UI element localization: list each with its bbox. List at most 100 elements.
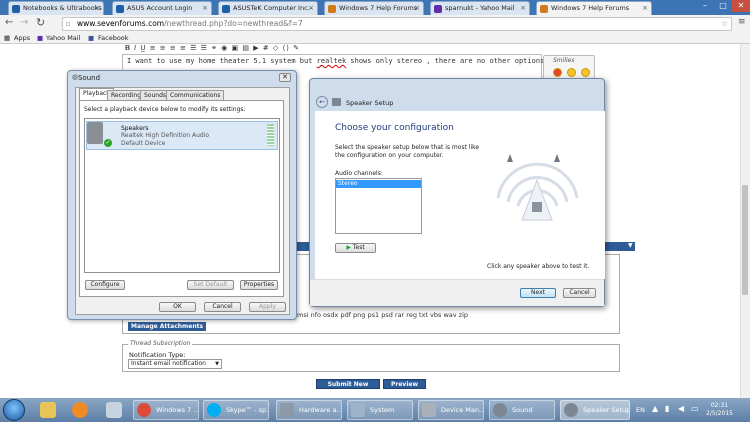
audio-channels-label: Audio channels:: [335, 170, 383, 177]
tab-close-icon[interactable]: ×: [414, 2, 420, 14]
preview-post-button[interactable]: Preview Post: [383, 379, 426, 398]
submit-new-thread-button[interactable]: Submit New Thread: [316, 379, 380, 398]
angry-smiley-icon[interactable]: [553, 68, 562, 77]
firefox-pin[interactable]: [66, 400, 92, 420]
close-window-icon[interactable]: ✕: [732, 0, 750, 12]
language-indicator[interactable]: EN: [636, 406, 645, 414]
browser-tab[interactable]: sparnukt - Yahoo Mail ×: [430, 1, 530, 15]
grin-smiley-icon[interactable]: [581, 68, 590, 77]
system-clock[interactable]: 02:31 2/5/2015: [706, 402, 733, 418]
speaker-setup-footer: [310, 279, 604, 306]
volume-icon[interactable]: ◀: [678, 404, 684, 413]
facebook-icon: ■: [88, 34, 95, 42]
bookmark-apps[interactable]: Apps: [14, 33, 30, 43]
ok-button[interactable]: OK: [159, 302, 196, 312]
properties-button[interactable]: Properties: [240, 280, 278, 290]
taskbar-button-system[interactable]: System: [347, 400, 413, 420]
bookmark-yahoo-mail[interactable]: Yahoo Mail: [46, 33, 80, 43]
browser-tab[interactable]: Windows 7 Help Forums ×: [324, 1, 424, 15]
system-icon: [351, 403, 365, 417]
notification-type-select[interactable]: Instant email notification ▼: [128, 359, 222, 369]
menu-icon[interactable]: ≡: [738, 17, 746, 27]
bold-icon[interactable]: 𝐁: [125, 44, 131, 52]
taskbar-button-chrome[interactable]: Windows 7 ...: [133, 400, 199, 420]
app-pin[interactable]: [100, 400, 126, 420]
tab-favicon-icon: [434, 5, 442, 13]
taskbar-button-skype[interactable]: Skype™ - sp...: [203, 400, 269, 420]
underline-icon[interactable]: U̲: [140, 44, 146, 52]
bookmark-facebook[interactable]: Facebook: [98, 33, 129, 43]
tab-close-icon[interactable]: ×: [642, 2, 648, 14]
taskbar-button-hardware[interactable]: Hardware a...: [276, 400, 342, 420]
default-device-check-icon: ✓: [104, 139, 112, 147]
apps-grid-icon: ▦: [4, 34, 11, 42]
device-driver: Realtek High Definition Audio: [121, 132, 210, 139]
browser-tab[interactable]: ASUSTeK Computer Inc.- ×: [218, 1, 318, 15]
tab-favicon-icon: [12, 5, 20, 13]
tab-communications[interactable]: Communications: [166, 90, 225, 100]
address-bar[interactable]: ▫ www.sevenforums.com/newthread.php?do=ne…: [62, 17, 732, 31]
notification-type-label: Notification Type:: [129, 351, 186, 359]
play-icon: ▶: [346, 244, 351, 251]
manage-attachments-button[interactable]: Manage Attachments: [128, 322, 207, 331]
close-icon[interactable]: ✕: [279, 73, 291, 82]
collapse-icon[interactable]: ▼: [628, 242, 633, 249]
tab-favicon-icon: [116, 5, 124, 13]
bookmark-star-icon[interactable]: ☆: [721, 18, 728, 30]
browser-tab[interactable]: Notebooks & Ultrabooks ×: [8, 1, 104, 15]
tab-favicon-icon: [328, 5, 336, 13]
thread-subscription-legend: Thread Subscription: [128, 340, 193, 347]
browser-tab-active[interactable]: Windows 7 Help Forums ×: [536, 1, 652, 15]
minimize-icon[interactable]: –: [696, 0, 714, 12]
next-button[interactable]: Next: [520, 288, 556, 298]
tab-favicon-icon: [222, 5, 230, 13]
window-controls: – □ ✕: [696, 0, 750, 12]
taskbar-button-sound[interactable]: Sound: [489, 400, 555, 420]
start-button-icon[interactable]: [3, 399, 25, 421]
tab-close-icon[interactable]: ×: [202, 2, 208, 14]
battery-icon[interactable]: ▭: [691, 404, 699, 413]
tab-close-icon[interactable]: ×: [520, 2, 526, 14]
editor-toolbar: 𝐁 𝐼 U̲ ≡ ≡ ≡ ≡ ☰ ☰ ⚭ ◉ ▣ ▤ ▶ # ◇ ⟨⟩ ✎: [125, 44, 515, 54]
yahoo-icon: ■: [37, 34, 44, 42]
align-icons[interactable]: ≡ ≡ ≡ ≡ ☰ ☰: [150, 44, 208, 52]
level-meter: [267, 124, 274, 146]
set-default-button[interactable]: Set Default: [187, 280, 234, 290]
tab-close-icon[interactable]: ×: [94, 2, 100, 14]
italic-icon[interactable]: 𝐼: [134, 44, 137, 52]
network-icon[interactable]: ▮: [665, 404, 669, 413]
sound-dialog-title: Sound: [78, 74, 101, 82]
cancel-button[interactable]: Cancel: [563, 288, 596, 298]
taskbar-button-device-manager[interactable]: Device Man...: [418, 400, 484, 420]
audio-channel-option-stereo[interactable]: Stereo: [336, 180, 421, 188]
reload-icon[interactable]: ↻: [36, 16, 45, 29]
app-icon: [106, 402, 122, 418]
tab-close-icon[interactable]: ×: [308, 2, 314, 14]
listener-icon: [532, 202, 542, 212]
apply-button[interactable]: Apply: [249, 302, 286, 312]
test-button[interactable]: ▶ Test: [335, 243, 376, 253]
speaker-device-icon: [87, 122, 103, 144]
front-right-speaker-icon: [554, 154, 560, 162]
taskbar-button-speaker-setup[interactable]: Speaker Setup: [560, 400, 630, 420]
explorer-pin[interactable]: [34, 400, 60, 420]
chrome-icon: [137, 403, 151, 417]
playback-instruction: Select a playback device below to modify…: [84, 106, 246, 113]
message-text: I want to use my home theater 5.1 system…: [127, 57, 549, 65]
cancel-button[interactable]: Cancel: [204, 302, 241, 312]
speaker-diagram[interactable]: [490, 150, 585, 230]
maximize-icon[interactable]: □: [714, 0, 732, 12]
configure-button[interactable]: Configure: [85, 280, 125, 290]
browser-tab[interactable]: ASUS Account Login ×: [112, 1, 212, 15]
link-icons[interactable]: ⚭ ◉ ▣ ▤ ▶ # ◇ ⟨⟩ ✎: [211, 44, 300, 52]
scrollbar-thumb[interactable]: [742, 185, 748, 295]
forward-arrow-icon[interactable]: →: [20, 17, 28, 28]
speaker-setup-title: Speaker Setup: [346, 99, 394, 107]
allowed-filetypes: msi nfo osdx pdf png ps1 psd rar reg txt…: [297, 311, 469, 319]
tray-arrow-icon[interactable]: ▲: [652, 404, 658, 413]
back-arrow-icon[interactable]: ←: [5, 17, 13, 28]
speaker-setup-icon: [332, 98, 341, 106]
happy-smiley-icon[interactable]: [567, 68, 576, 77]
back-arrow-icon[interactable]: ←: [316, 96, 328, 108]
dropdown-arrow-icon: ▼: [215, 361, 219, 367]
